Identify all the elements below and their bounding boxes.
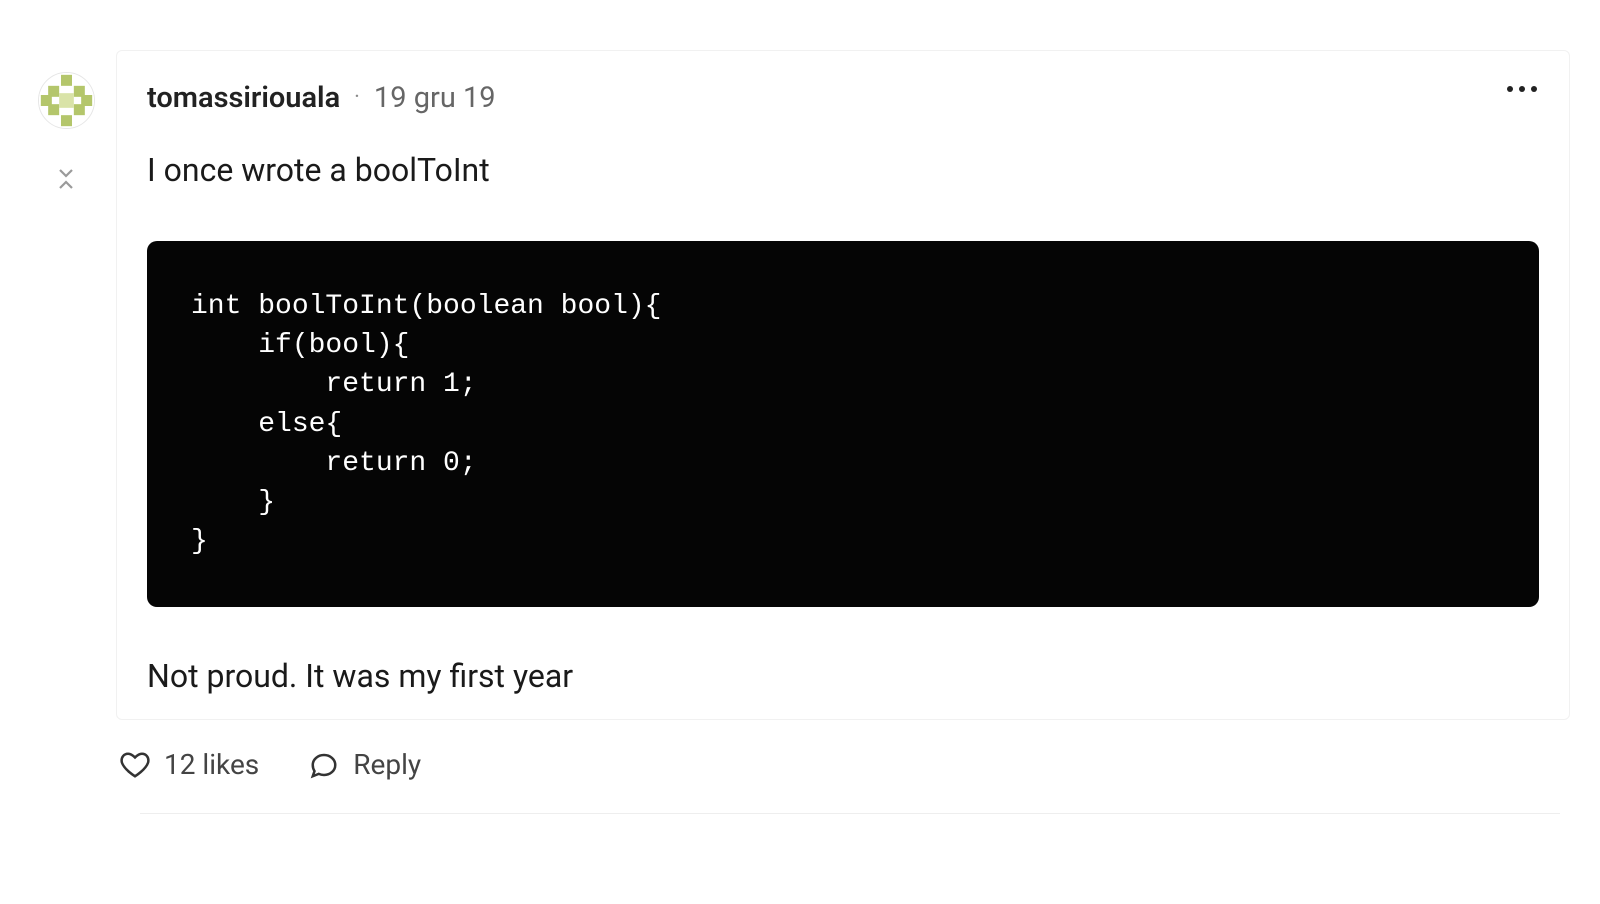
divider: [140, 813, 1560, 814]
comment-header: tomassiriouala · 19 gru 19: [147, 81, 1539, 115]
like-button[interactable]: 12 likes: [120, 748, 259, 781]
comment-card: tomassiriouala · 19 gru 19 I once wrote …: [116, 50, 1570, 720]
more-options-icon: [1507, 86, 1513, 92]
avatar[interactable]: [38, 72, 95, 129]
chevron-up-icon: [56, 179, 76, 191]
more-options-button[interactable]: [1499, 78, 1545, 100]
likes-label: 12 likes: [164, 748, 259, 781]
collapse-toggle[interactable]: [56, 167, 76, 191]
reply-label: Reply: [353, 748, 421, 781]
username[interactable]: tomassiriouala: [147, 81, 340, 115]
more-options-icon: [1531, 86, 1537, 92]
comment-container: tomassiriouala · 19 gru 19 I once wrote …: [0, 0, 1600, 720]
meta-separator: ·: [354, 87, 360, 109]
comment-body-line-2: Not proud. It was my first year: [147, 657, 1539, 695]
timestamp: 19 gru 19: [374, 81, 496, 115]
more-options-icon: [1519, 86, 1525, 92]
reply-button[interactable]: Reply: [309, 748, 421, 781]
code-block: int boolToInt(boolean bool){ if(bool){ r…: [147, 241, 1539, 607]
comment-actions: 12 likes Reply: [120, 748, 1600, 781]
comment-gutter: [30, 50, 102, 191]
reply-icon: [309, 750, 339, 780]
avatar-icon: [39, 73, 94, 128]
comment-meta: tomassiriouala · 19 gru 19: [147, 81, 496, 115]
chevron-down-icon: [56, 167, 76, 179]
heart-icon: [120, 750, 150, 780]
comment-body-line-1: I once wrote a boolToInt: [147, 151, 1539, 189]
